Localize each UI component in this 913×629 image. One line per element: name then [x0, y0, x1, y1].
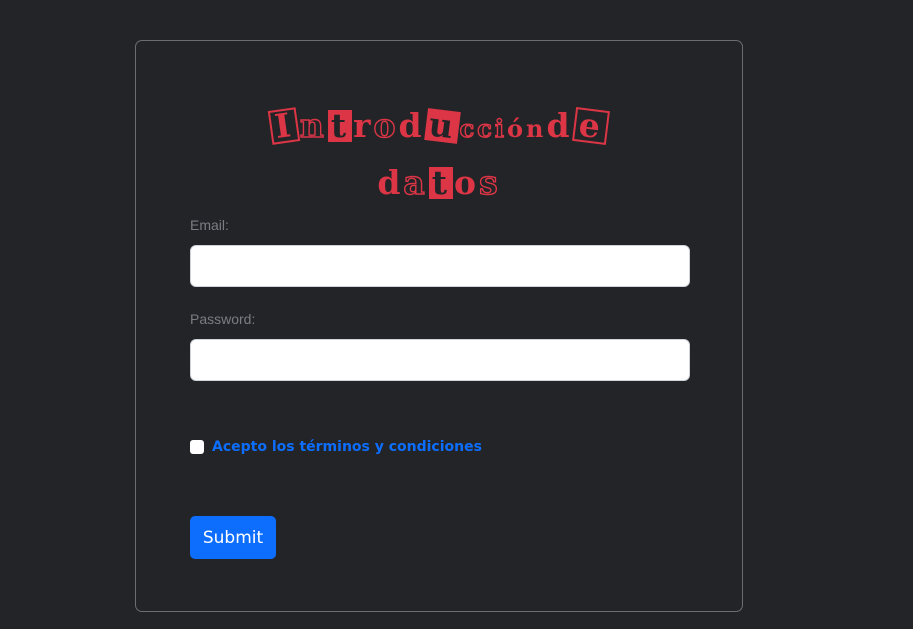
form-title-line-2: da t os [136, 156, 742, 210]
title-glyph: t [428, 166, 454, 199]
title-glyph: d [398, 106, 425, 145]
email-label: Email: [190, 217, 229, 233]
title-glyph: n [299, 105, 327, 145]
title-glyph: u [423, 105, 461, 147]
terms-checkbox[interactable] [190, 440, 204, 454]
title-glyph: d [546, 106, 573, 145]
title-glyph: o [373, 105, 399, 145]
submit-button[interactable]: Submit [190, 516, 276, 559]
form-title: In t roducción de da t os [136, 99, 742, 210]
title-glyph: a [403, 162, 428, 202]
password-field[interactable] [190, 339, 690, 381]
title-glyph: i [494, 113, 507, 143]
title-glyph: r [353, 106, 374, 145]
title-glyph: t [327, 109, 353, 142]
login-card: In t roducción de da t os Email: Password: A… [135, 40, 743, 612]
title-glyph: o [454, 163, 480, 202]
title-glyph: c [459, 113, 478, 143]
title-glyph: d [377, 163, 404, 202]
title-glyph: n [526, 114, 547, 143]
title-glyph: I [268, 105, 302, 146]
terms-row: Acepto los términos y condiciones [190, 439, 482, 455]
terms-label[interactable]: Acepto los términos y condiciones [212, 439, 482, 455]
title-glyph: e [571, 105, 610, 146]
email-field[interactable] [190, 245, 690, 287]
form-title-line-1: In t roducción de [136, 99, 742, 156]
title-glyph: c [477, 113, 495, 143]
password-label: Password: [190, 311, 256, 327]
title-glyph: s [478, 162, 501, 202]
title-glyph: ó [507, 114, 527, 143]
